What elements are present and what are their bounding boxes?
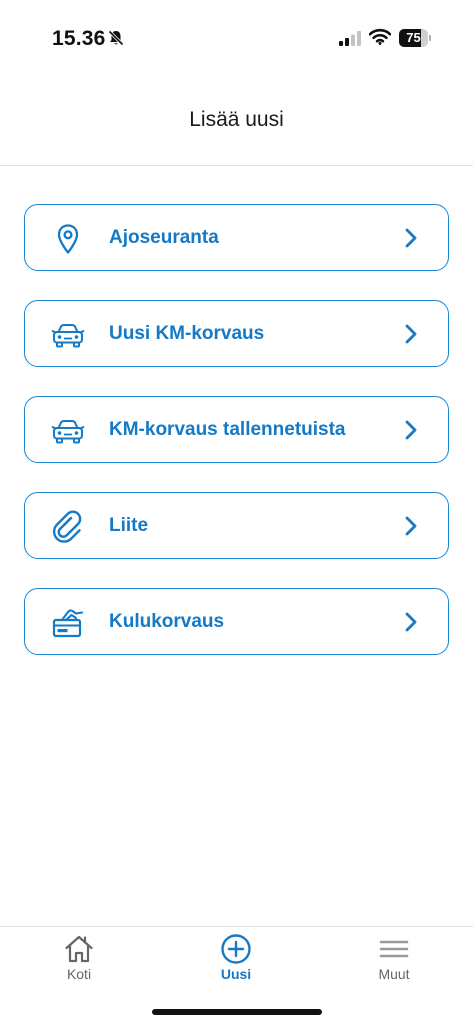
paperclip-icon	[52, 510, 82, 543]
chevron-right-icon	[405, 324, 417, 344]
menu-item-ajoseuranta[interactable]: Ajoseuranta	[24, 204, 449, 271]
location-pin-icon	[57, 224, 79, 254]
menu-item-label: Uusi KM-korvaus	[109, 323, 265, 344]
menu-item-km-korvaus-tallennetuista[interactable]: KM-korvaus tallennetuista	[24, 396, 449, 463]
chevron-right-icon	[405, 228, 417, 248]
wifi-icon	[369, 28, 391, 45]
home-indicator[interactable]	[152, 1009, 322, 1015]
chevron-right-icon	[405, 612, 417, 632]
menu-item-uusi-km-korvaus[interactable]: Uusi KM-korvaus	[24, 300, 449, 367]
tab-koti[interactable]: Koti	[19, 927, 139, 993]
page-title: Lisää uusi	[189, 108, 284, 131]
menu-item-label: Kulukorvaus	[109, 611, 225, 632]
receipt-hand-icon	[52, 609, 84, 638]
bell-muted-icon	[108, 30, 124, 46]
tab-uusi[interactable]: Uusi	[176, 927, 296, 993]
add-new-menu: Ajoseuranta Uusi KM-korvaus KM-korvaus t…	[24, 204, 449, 684]
home-icon	[65, 935, 93, 963]
tab-label: Koti	[66, 966, 92, 982]
battery-indicator: 75	[399, 29, 431, 47]
plus-circle-icon	[221, 934, 251, 964]
page-header: Lisää uusi	[0, 76, 473, 166]
car-icon	[51, 323, 85, 348]
car-icon	[51, 419, 85, 444]
battery-tip	[429, 35, 431, 41]
menu-item-label: Ajoseuranta	[109, 227, 219, 248]
signal-icon	[339, 31, 361, 46]
menu-item-liite[interactable]: Liite	[24, 492, 449, 559]
menu-item-kulukorvaus[interactable]: Kulukorvaus	[24, 588, 449, 655]
menu-item-label: Liite	[109, 515, 149, 536]
tab-bar: Koti Uusi Muut	[0, 926, 473, 1024]
tab-muut[interactable]: Muut	[334, 927, 454, 993]
tab-label: Uusi	[220, 966, 252, 982]
battery-level: 75	[406, 30, 421, 45]
menu-icon	[379, 940, 409, 958]
battery-body: 75	[399, 29, 428, 47]
chevron-right-icon	[405, 516, 417, 536]
chevron-right-icon	[405, 420, 417, 440]
menu-item-label: KM-korvaus tallennetuista	[109, 419, 346, 440]
status-bar: 15.36 75	[0, 0, 473, 76]
tab-label: Muut	[378, 966, 410, 982]
status-time: 15.36	[52, 27, 106, 50]
